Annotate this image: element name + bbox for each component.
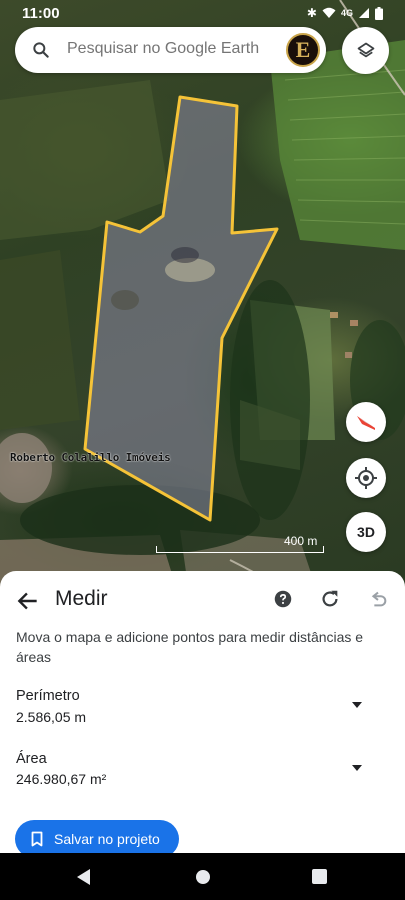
help-icon[interactable] (274, 590, 292, 608)
save-button-label: Salvar no projeto (54, 831, 160, 847)
sheet-title: Medir (55, 587, 108, 610)
recents-nav-icon[interactable] (312, 869, 327, 884)
signal-icon (359, 8, 369, 18)
map-view[interactable] (0, 0, 405, 600)
crosshair-icon (355, 467, 377, 489)
measure-sheet: Medir Mova o mapa e adicione pontos para… (0, 571, 405, 858)
wifi-icon (322, 7, 336, 18)
search-bar[interactable]: E (15, 27, 326, 73)
battery-icon (375, 6, 383, 20)
compass-button[interactable] (346, 402, 386, 442)
perimeter-dropdown-icon[interactable] (349, 697, 365, 713)
my-location-button[interactable] (346, 458, 386, 498)
area-label: Área (16, 751, 47, 767)
layers-icon (357, 42, 374, 57)
area-value: 246.980,67 m² (16, 771, 107, 787)
perimeter-label: Perímetro (16, 688, 80, 704)
bookmark-icon (31, 831, 43, 847)
scale-bar (156, 546, 324, 553)
network-type: 4G (340, 8, 353, 18)
satellite-imagery (0, 0, 405, 600)
home-nav-icon[interactable] (195, 869, 211, 885)
area-dropdown-icon[interactable] (349, 760, 365, 776)
perimeter-value: 2.586,05 m (16, 709, 87, 725)
3d-toggle-button[interactable]: 3D (346, 512, 386, 552)
status-bar: 11:00 ✱ 4G (0, 0, 405, 26)
instructions-text: Mova o mapa e adicione pontos para medir… (16, 629, 364, 665)
refresh-icon[interactable] (319, 588, 341, 610)
compass-icon (357, 416, 375, 430)
status-time: 11:00 (22, 5, 60, 22)
layers-button[interactable] (342, 27, 389, 74)
avatar[interactable]: E (286, 33, 320, 67)
search-icon (33, 42, 49, 58)
search-input[interactable] (67, 40, 277, 58)
undo-icon[interactable] (367, 588, 389, 610)
watermark: Roberto Colalillo Imóveis (10, 451, 171, 464)
back-nav-icon[interactable] (76, 868, 92, 886)
bluetooth-icon: ✱ (306, 6, 317, 20)
back-arrow-icon[interactable] (15, 588, 41, 614)
navigation-bar (0, 853, 405, 900)
